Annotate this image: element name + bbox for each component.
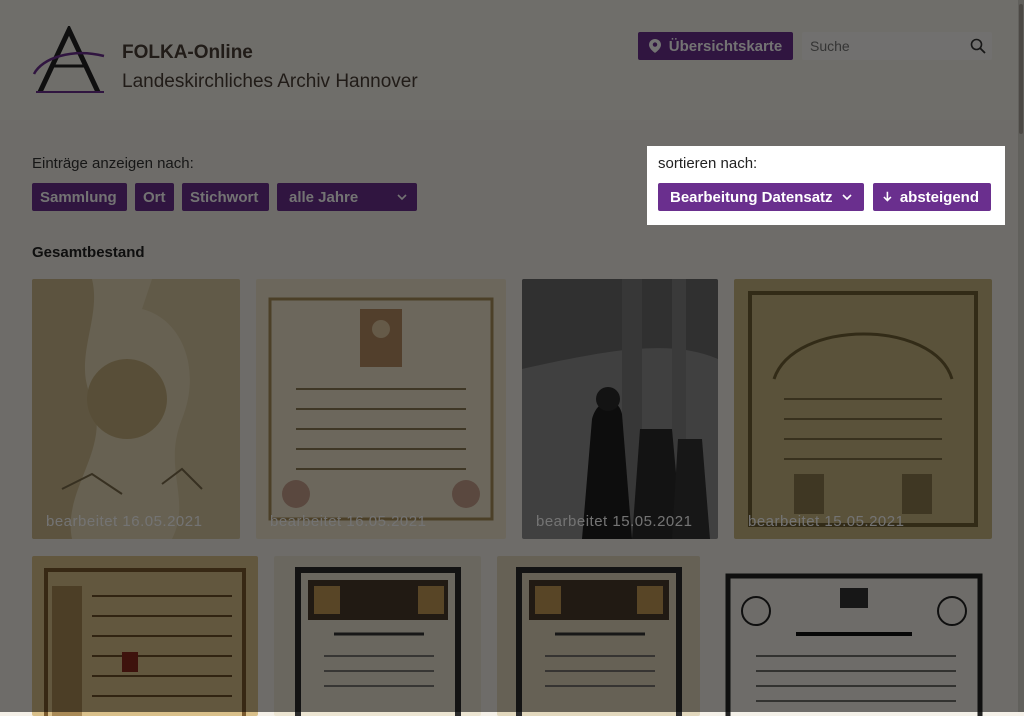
site-subtitle[interactable]: Landeskirchliches Archiv Hannover [122,71,418,93]
collection-tile[interactable]: bearbeitet 16.05.2021 [32,279,240,539]
chip-label: Stichwort [190,188,259,206]
sort-direction-button[interactable]: absteigend [873,183,991,211]
sort-direction-value: absteigend [899,188,979,206]
arrow-down-icon [883,191,892,202]
scrollbar-thumb[interactable] [1019,4,1023,134]
certificate-image [274,556,481,716]
search-input[interactable] [802,32,968,60]
photo-image [522,279,718,539]
collection-tile[interactable]: bearbeitet 15.05.2021 [734,279,992,539]
collection-tile[interactable] [497,556,700,716]
certificate-image [734,279,992,539]
overview-map-button[interactable]: Übersichtskarte [638,32,793,60]
site-title[interactable]: FOLKA-Online [122,42,253,64]
sort-panel: sortieren nach: Bearbeitung Datensatz ab… [647,146,1005,225]
chevron-down-icon [397,194,407,201]
overview-map-label: Übersichtskarte [668,37,783,55]
collection-tile[interactable] [716,556,992,716]
map-pin-icon [648,39,661,53]
certificate-image [256,279,506,539]
chip-label: Sammlung [40,188,117,206]
collection-tile[interactable]: bearbeitet 15.05.2021 [522,279,718,539]
certificate-image [716,556,992,716]
chip-label: Ort [143,188,166,206]
filter-chip-stichwort[interactable]: Stichwort [182,183,269,211]
chevron-down-icon [842,194,852,201]
collection-tile[interactable]: bearbeitet 16.05.2021 [256,279,506,539]
sort-label: sortieren nach: [658,155,758,172]
tile-date: bearbeitet 16.05.2021 [46,513,203,530]
sort-field-value: Bearbeitung Datensatz [670,188,833,206]
search-icon[interactable] [970,38,986,54]
logo-icon[interactable] [32,26,106,94]
sort-field-select[interactable]: Bearbeitung Datensatz [658,183,864,211]
page-scrollbar[interactable] [1018,0,1024,712]
year-select[interactable]: alle Jahre [277,183,417,211]
tile-date: bearbeitet 16.05.2021 [270,513,427,530]
collection-tile[interactable] [274,556,481,716]
section-title: Gesamtbestand [32,244,145,261]
collection-tile[interactable] [32,556,258,716]
site-header: FOLKA-Online Landeskirchliches Archiv Ha… [0,0,1024,120]
filter-label: Einträge anzeigen nach: [32,155,194,172]
tile-date: bearbeitet 15.05.2021 [536,513,693,530]
year-select-value: alle Jahre [289,188,359,206]
filter-chip-ort[interactable]: Ort [135,183,174,211]
filter-chip-sammlung[interactable]: Sammlung [32,183,127,211]
document-image [32,556,258,716]
certificate-image [497,556,700,716]
map-image [32,279,240,539]
tile-date: bearbeitet 15.05.2021 [748,513,905,530]
search-box [802,32,992,60]
